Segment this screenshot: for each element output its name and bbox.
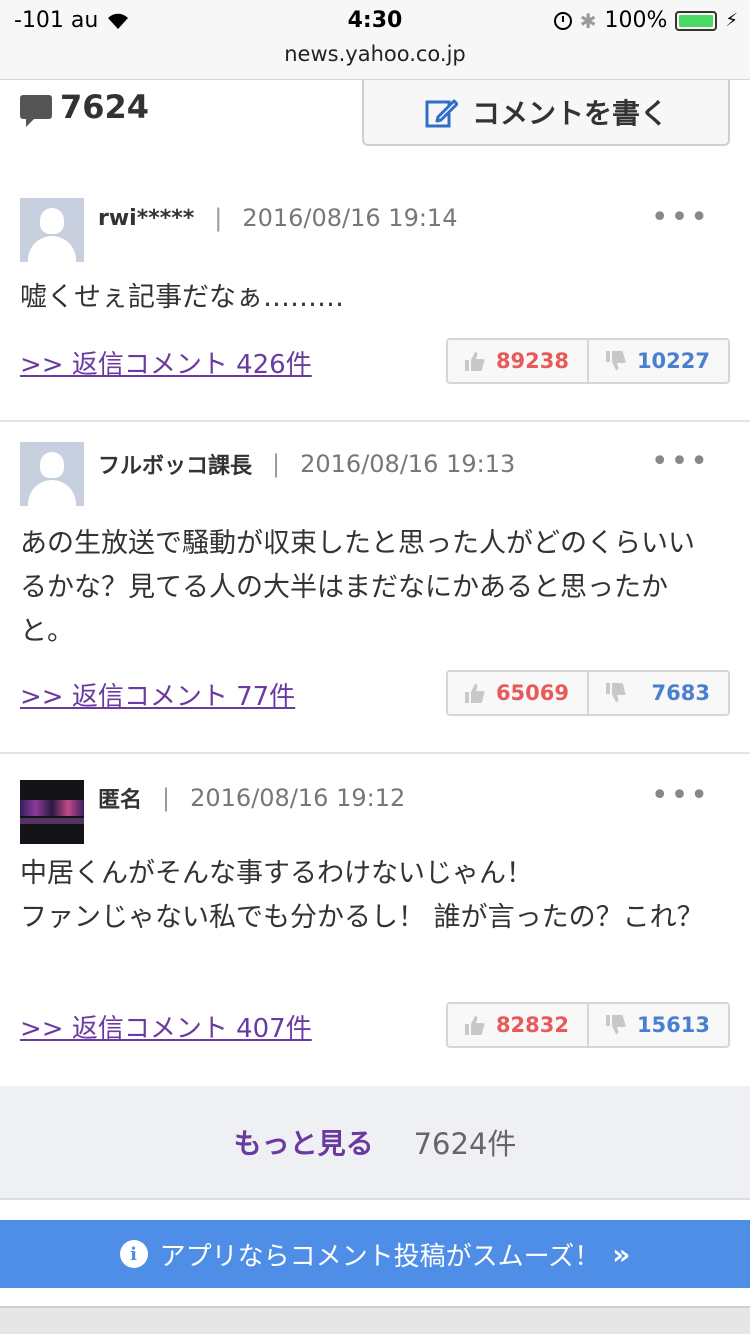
comment-bubble-icon — [20, 95, 52, 127]
comment-date: 2016/08/16 19:12 — [190, 784, 406, 812]
avatar[interactable] — [20, 442, 84, 506]
dislike-button[interactable]: 15613 — [587, 1004, 728, 1046]
comment-date: 2016/08/16 19:14 — [242, 204, 458, 232]
load-more-button[interactable]: もっと見る 7624件 — [0, 1086, 750, 1200]
battery-icon — [675, 10, 718, 31]
vote-buttons: 65069 7683 — [446, 670, 730, 716]
bluetooth-icon: ✱ — [579, 8, 597, 33]
alarm-icon — [553, 11, 572, 30]
more-icon[interactable]: ••• — [651, 778, 710, 813]
comment-item: rwi***** | 2016/08/16 19:14 ••• 嘘くせぇ記事だな… — [0, 176, 750, 422]
url-bar[interactable]: news.yahoo.co.jp — [0, 42, 750, 66]
write-comment-label: コメントを書く — [471, 97, 668, 130]
reply-link[interactable]: >> 返信コメント 407件 — [20, 1008, 312, 1045]
comment-item: フルボッコ課長 | 2016/08/16 19:13 ••• あの生放送で騒動が… — [0, 422, 750, 754]
like-button[interactable]: 65069 — [448, 672, 587, 714]
thumbs-up-icon — [465, 1016, 485, 1035]
more-icon[interactable]: ••• — [651, 200, 710, 235]
battery-percent: 100% — [604, 8, 668, 33]
comment-body: 嘘くせぇ記事だなぁ……… — [20, 282, 344, 313]
load-more-label: もっと見る — [233, 1127, 374, 1160]
app-banner-text: アプリならコメント投稿がスムーズ！ — [159, 1241, 601, 1272]
footer-divider — [0, 1306, 750, 1334]
comment-author[interactable]: rwi***** — [98, 206, 194, 231]
double-chevron-icon: » — [612, 1237, 631, 1271]
write-comment-button[interactable]: コメントを書く — [362, 80, 730, 146]
more-icon[interactable]: ••• — [651, 444, 710, 479]
comment-count: 7624 — [20, 88, 149, 127]
comment-author[interactable]: 匿名 — [98, 782, 142, 814]
like-button[interactable]: 82832 — [448, 1004, 587, 1046]
thumbs-down-icon — [606, 351, 626, 370]
like-button[interactable]: 89238 — [448, 340, 587, 382]
comment-body: あの生放送で騒動が収束したと思った人がどのくらいいるかな？見てる人の大半はまだな… — [20, 528, 695, 647]
comment-header: 7624 コメントを書く — [0, 80, 750, 160]
thumbs-down-icon — [606, 683, 626, 702]
vote-buttons: 82832 15613 — [446, 1002, 730, 1048]
comment-body: 中居くんがそんな事するわけないじゃん！ ファンじゃない私でも分かるし！ 誰が言っ… — [20, 858, 704, 933]
comment-date: 2016/08/16 19:13 — [300, 450, 516, 478]
dislike-button[interactable]: 7683 — [587, 672, 728, 714]
comment-author[interactable]: フルボッコ課長 — [98, 448, 252, 480]
info-icon: i — [119, 1240, 148, 1268]
pen-icon — [425, 99, 458, 128]
load-more-total: 7624件 — [413, 1127, 517, 1161]
avatar[interactable] — [20, 198, 84, 262]
vote-buttons: 89238 10227 — [446, 338, 730, 384]
comment-item: 匿名 | 2016/08/16 19:12 ••• 中居くんがそんな事するわけな… — [0, 754, 750, 1086]
thumbs-up-icon — [465, 684, 485, 703]
status-bar: -101 au 4:30 ✱ 100% ⚡ news.yahoo.co.jp — [0, 0, 750, 80]
app-banner[interactable]: i アプリならコメント投稿がスムーズ！ » — [0, 1220, 750, 1288]
reply-link[interactable]: >> 返信コメント 426件 — [20, 344, 312, 381]
reply-link[interactable]: >> 返信コメント 77件 — [20, 676, 295, 713]
charging-icon: ⚡ — [725, 10, 738, 31]
thumbs-up-icon — [465, 352, 485, 371]
avatar[interactable] — [20, 780, 84, 844]
thumbs-down-icon — [606, 1015, 626, 1034]
dislike-button[interactable]: 10227 — [587, 340, 728, 382]
